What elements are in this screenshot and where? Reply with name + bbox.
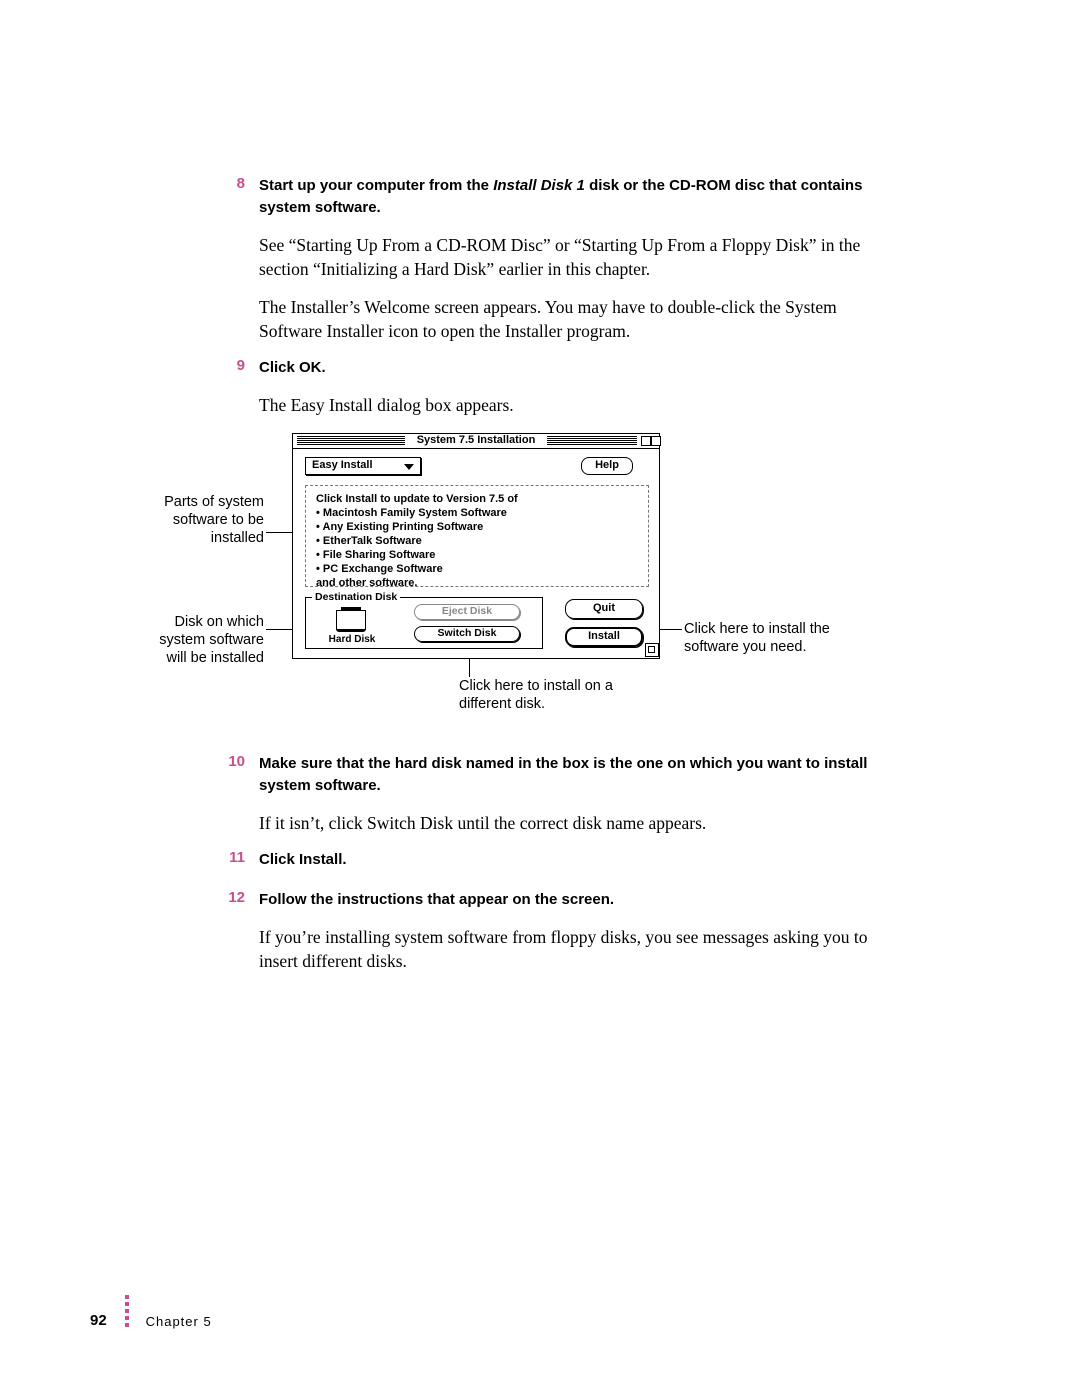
step-8-para-1: See “Starting Up From a CD-ROM Disc” or … xyxy=(259,233,879,281)
quit-button[interactable]: Quit xyxy=(565,599,643,619)
step-8-para-2: The Installer’s Welcome screen appears. … xyxy=(259,295,879,343)
step-8: 8 Start up your computer from the Instal… xyxy=(259,175,879,343)
step-12-para-1: If you’re installing system software fro… xyxy=(259,925,879,973)
software-item: • EtherTalk Software xyxy=(316,534,638,548)
software-list-box: Click Install to update to Version 7.5 o… xyxy=(305,485,649,587)
dialog-body: Easy Install Help Click Install to updat… xyxy=(292,449,660,659)
hard-disk-icon xyxy=(336,610,366,632)
step-12-heading: Follow the instructions that appear on t… xyxy=(259,889,879,911)
resize-box-icon[interactable] xyxy=(645,643,659,657)
callout-install-button: Click here to install the software you n… xyxy=(684,620,874,656)
step-10: 10 Make sure that the hard disk named in… xyxy=(259,753,879,835)
step-11-number: 11 xyxy=(213,849,245,866)
chapter-label: Chapter 5 xyxy=(146,1314,212,1329)
step-10-number: 10 xyxy=(213,753,245,770)
step-12: 12 Follow the instructions that appear o… xyxy=(259,889,879,973)
software-item: • PC Exchange Software xyxy=(316,562,638,576)
step-11-heading: Click Install. xyxy=(259,849,879,871)
titlebar-stripes-icon xyxy=(297,436,405,446)
step-8-number: 8 xyxy=(213,175,245,192)
zoom-box-icon[interactable] xyxy=(641,436,651,446)
step-9: 9 Click OK. The Easy Install dialog box … xyxy=(259,357,879,417)
installer-figure: Parts of system software to be installed… xyxy=(144,433,924,723)
installer-dialog: System 7.5 Installation Easy Install Hel… xyxy=(292,433,660,659)
destination-disk-box: Destination Disk Hard Disk Eject Disk Sw… xyxy=(305,597,543,649)
install-type-popup[interactable]: Easy Install xyxy=(305,457,421,475)
step-12-number: 12 xyxy=(213,889,245,906)
step-9-para-1: The Easy Install dialog box appears. xyxy=(259,393,879,417)
step-8-heading-before: Start up your computer from the xyxy=(259,177,493,194)
page: 8 Start up your computer from the Instal… xyxy=(0,0,1080,1397)
collapse-box-icon[interactable] xyxy=(651,436,661,446)
software-outro: and other software. xyxy=(316,576,638,590)
destination-legend: Destination Disk xyxy=(312,591,400,603)
callout-destination-disk: Disk on which system software will be in… xyxy=(144,613,264,667)
step-10-para-1: If it isn’t, click Switch Disk until the… xyxy=(259,811,879,835)
dialog-title: System 7.5 Installation xyxy=(409,434,543,446)
software-item: • File Sharing Software xyxy=(316,548,638,562)
step-9-heading: Click OK. xyxy=(259,357,879,379)
switch-disk-button[interactable]: Switch Disk xyxy=(414,626,520,642)
step-11: 11 Click Install. xyxy=(259,849,879,871)
eject-disk-button[interactable]: Eject Disk xyxy=(414,604,520,620)
chevron-down-icon xyxy=(404,464,414,470)
footer-dot-ornament-icon xyxy=(125,1295,131,1329)
step-8-heading: Start up your computer from the Install … xyxy=(259,175,879,219)
help-button[interactable]: Help xyxy=(581,457,633,475)
callout-switch-disk: Click here to install on a different dis… xyxy=(459,677,659,713)
software-item: • Macintosh Family System Software xyxy=(316,506,638,520)
step-9-number: 9 xyxy=(213,357,245,374)
software-item: • Any Existing Printing Software xyxy=(316,520,638,534)
install-button[interactable]: Install xyxy=(565,627,643,647)
step-8-heading-italic: Install Disk 1 xyxy=(493,177,585,194)
software-intro: Click Install to update to Version 7.5 o… xyxy=(316,492,638,506)
page-number: 92 xyxy=(90,1312,107,1329)
page-footer: 92 Chapter 5 xyxy=(90,1295,212,1329)
dialog-titlebar: System 7.5 Installation xyxy=(292,433,660,449)
disk-name-label: Hard Disk xyxy=(322,634,382,645)
titlebar-stripes-icon xyxy=(547,436,637,446)
callout-software-parts: Parts of system software to be installed xyxy=(144,493,264,547)
step-10-heading: Make sure that the hard disk named in th… xyxy=(259,753,879,797)
content-column: 8 Start up your computer from the Instal… xyxy=(259,175,879,987)
install-type-label: Easy Install xyxy=(312,459,373,471)
